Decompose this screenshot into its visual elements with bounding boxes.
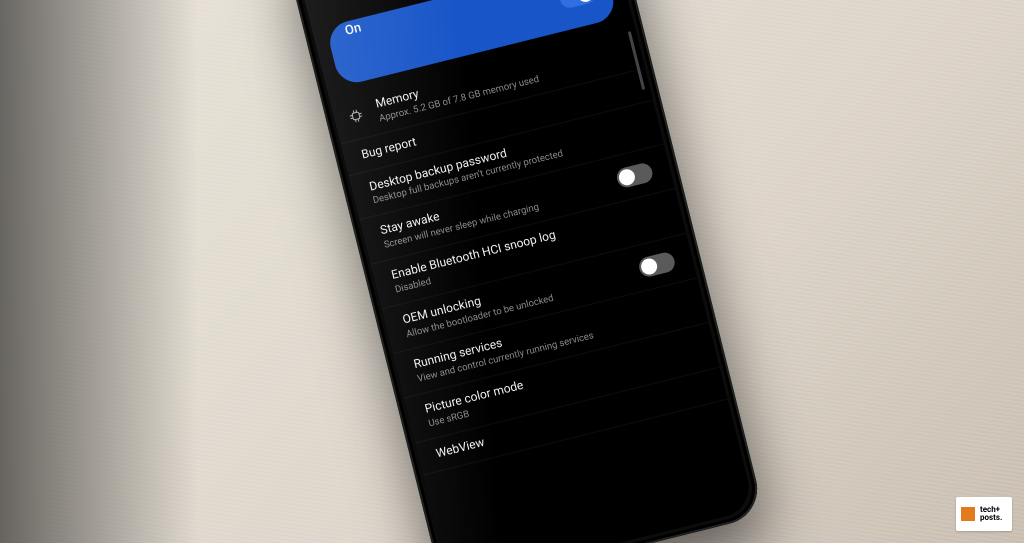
chip-icon [346,107,365,126]
watermark-text: tech+ posts. [980,506,1007,523]
stay-awake-toggle[interactable] [615,161,655,189]
master-toggle[interactable] [558,0,598,10]
phone-device: 96% Developer options On [280,0,765,543]
oem-unlocking-toggle[interactable] [637,250,677,278]
watermark-logo [961,507,975,521]
settings-list: Memory Approx. 5.2 GB of 7.8 GB memory u… [328,20,727,475]
screen: 96% Developer options On [290,0,755,543]
watermark: tech+ posts. [956,497,1012,531]
master-toggle-label: On [343,20,362,38]
